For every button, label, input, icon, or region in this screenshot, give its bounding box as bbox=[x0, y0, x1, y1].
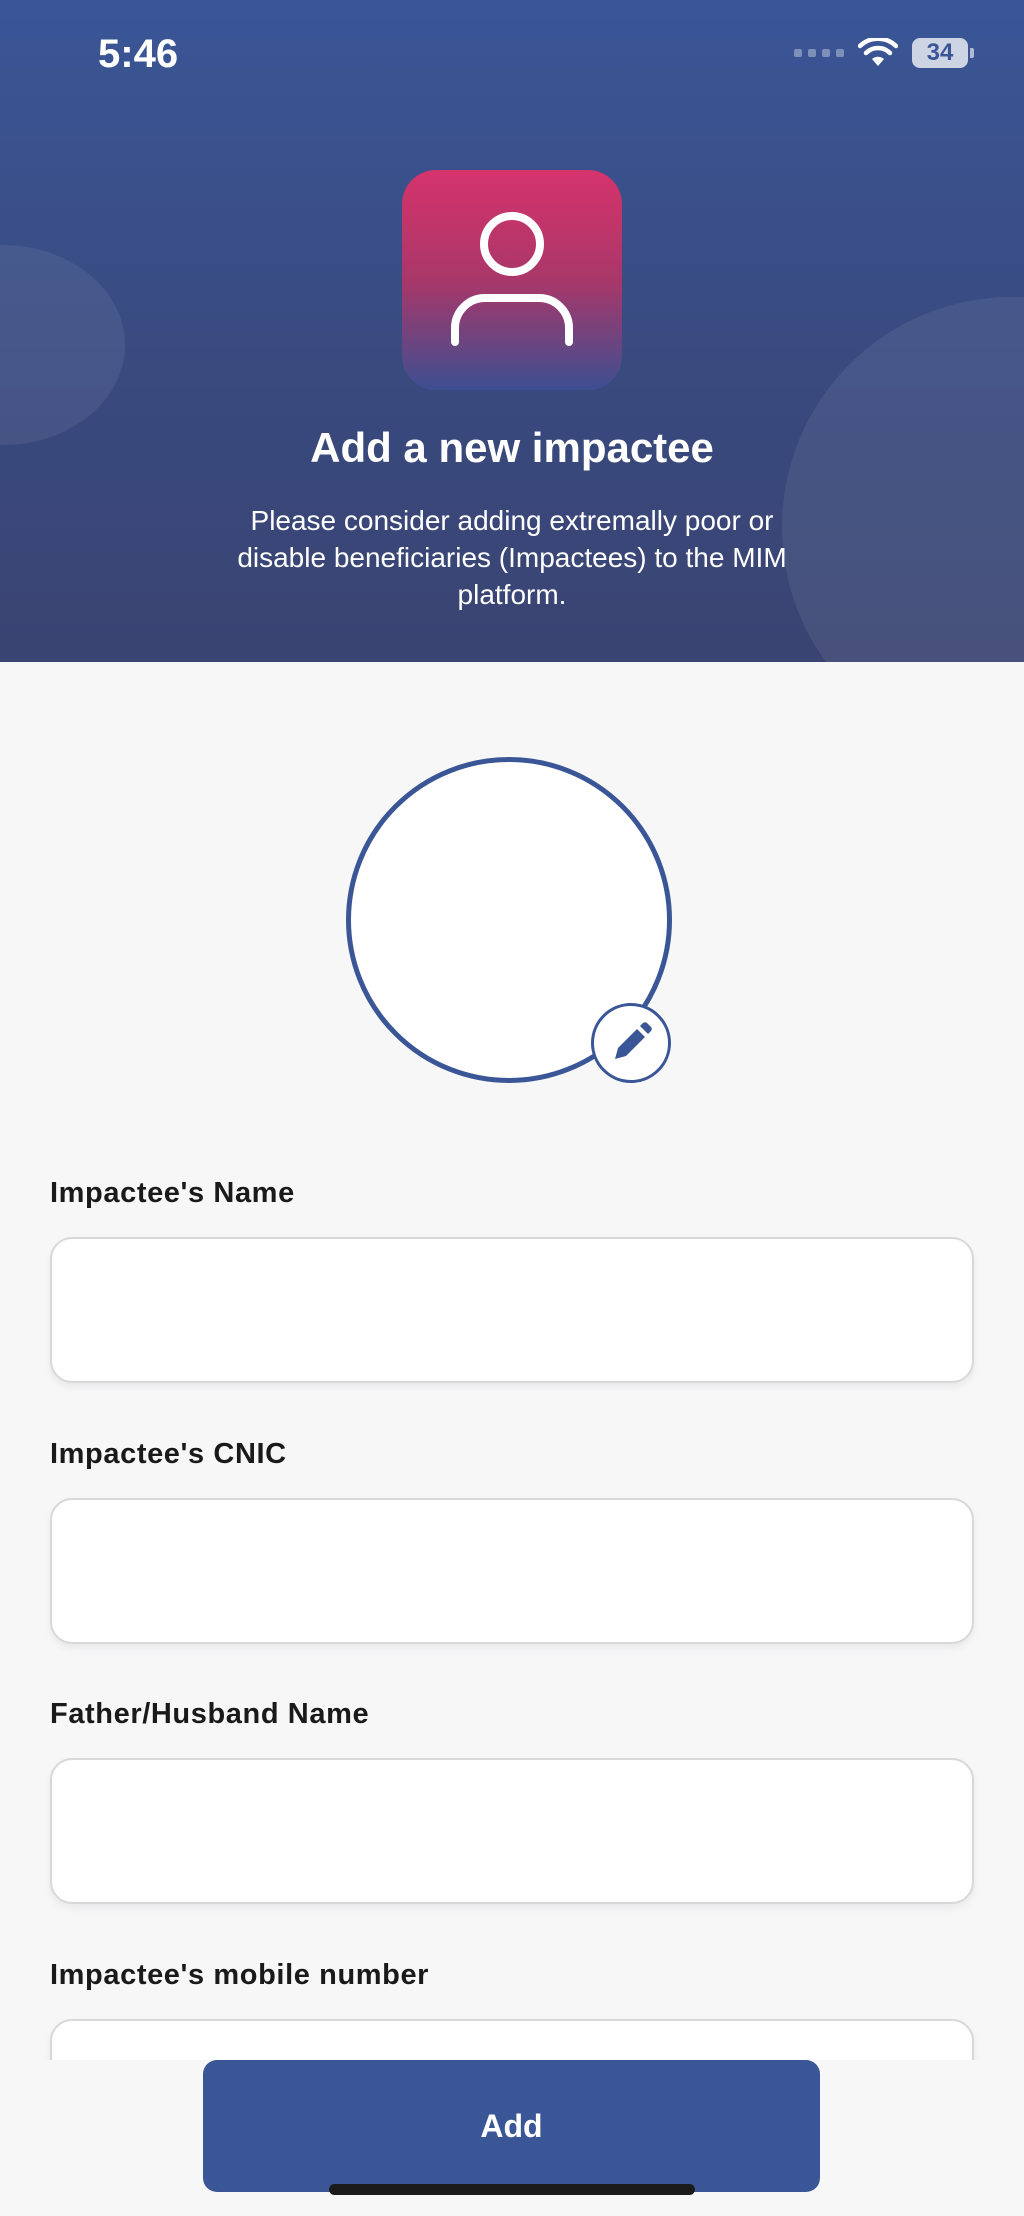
header: 5:46 34 Add a new impactee Please consid… bbox=[0, 0, 1024, 662]
status-time: 5:46 bbox=[98, 32, 179, 76]
wifi-icon bbox=[858, 38, 898, 66]
battery-level: 34 bbox=[926, 39, 954, 66]
battery-icon: 34 bbox=[912, 38, 974, 68]
page-subtitle: Please consider adding extremally poor o… bbox=[237, 505, 787, 610]
home-indicator bbox=[329, 2184, 695, 2195]
add-button[interactable]: Add bbox=[203, 2060, 820, 2192]
father-husband-name-label: Father/Husband Name bbox=[50, 1698, 370, 1730]
name-input[interactable] bbox=[50, 1237, 974, 1383]
cnic-label: Impactee's CNIC bbox=[50, 1438, 287, 1470]
name-label: Impactee's Name bbox=[50, 1177, 295, 1209]
person-icon bbox=[451, 212, 573, 346]
mobile-number-label: Impactee's mobile number bbox=[50, 1959, 430, 1991]
cellular-signal-icon bbox=[794, 49, 844, 57]
father-husband-name-input[interactable] bbox=[50, 1758, 974, 1904]
page-title: Add a new impactee bbox=[310, 424, 714, 471]
pencil-icon bbox=[615, 1022, 652, 1059]
status-icons: 34 bbox=[794, 38, 974, 68]
impactee-icon-tile bbox=[402, 170, 622, 390]
edit-photo-button[interactable] bbox=[591, 1003, 671, 1083]
cnic-input[interactable] bbox=[50, 1498, 974, 1644]
decorative-bubble-right bbox=[782, 297, 1024, 662]
decorative-bubble-left bbox=[0, 245, 125, 445]
